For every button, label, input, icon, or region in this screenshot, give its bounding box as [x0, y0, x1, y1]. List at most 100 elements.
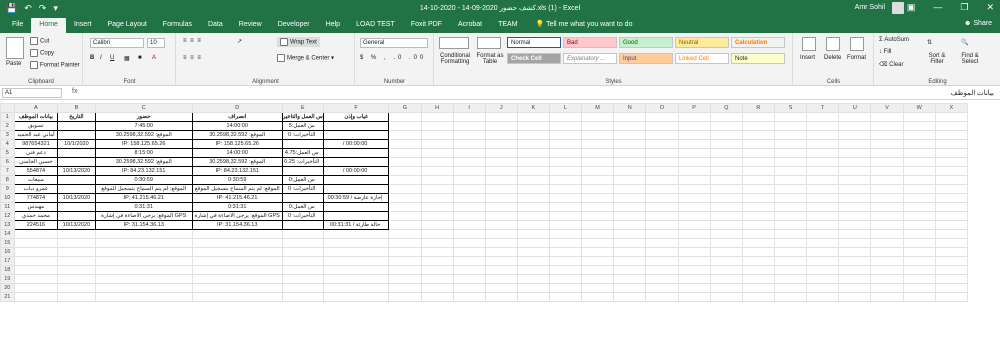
cell[interactable] — [420, 229, 454, 239]
cell[interactable] — [677, 148, 711, 158]
font-color-icon[interactable]: A — [152, 55, 156, 61]
cell[interactable] — [838, 292, 872, 302]
cell[interactable] — [452, 247, 486, 257]
cell[interactable] — [677, 202, 711, 212]
cell[interactable] — [806, 283, 840, 293]
cell[interactable] — [613, 166, 647, 176]
cell[interactable]: عمرو دياب — [13, 184, 59, 194]
cell[interactable] — [94, 283, 193, 293]
cell[interactable] — [773, 130, 808, 140]
cell[interactable] — [13, 292, 59, 302]
cell[interactable] — [902, 148, 936, 158]
cell[interactable] — [388, 202, 422, 212]
number-format-select[interactable]: General — [360, 38, 428, 48]
cell[interactable] — [548, 130, 583, 140]
cell[interactable] — [934, 220, 968, 230]
cell[interactable] — [580, 265, 615, 275]
cell[interactable] — [94, 256, 193, 266]
cell[interactable] — [934, 211, 968, 221]
find-select-icon[interactable]: 🔍 — [961, 39, 968, 46]
column-header[interactable]: H — [420, 103, 454, 113]
cell[interactable] — [934, 283, 968, 293]
cell[interactable] — [388, 121, 422, 131]
cell[interactable] — [580, 292, 615, 302]
cell[interactable] — [580, 211, 615, 221]
cell[interactable] — [548, 157, 583, 167]
cell[interactable]: أماني عبد الحميد — [13, 130, 59, 140]
cell[interactable] — [677, 220, 711, 230]
cell[interactable] — [452, 238, 486, 248]
style-note[interactable]: Note — [731, 53, 785, 64]
cell[interactable] — [613, 265, 647, 275]
cell[interactable] — [934, 256, 968, 266]
cell[interactable] — [934, 121, 968, 131]
format-as-table-button[interactable]: Format as Table — [475, 53, 505, 65]
cell[interactable] — [709, 265, 743, 275]
cell[interactable] — [741, 130, 776, 140]
cell[interactable]: الموقع: 30.2598,32.592 — [94, 157, 193, 167]
cell[interactable] — [838, 229, 872, 239]
cell[interactable] — [388, 112, 422, 122]
cell[interactable] — [645, 175, 679, 185]
cell[interactable] — [57, 130, 96, 140]
cell[interactable] — [580, 274, 615, 284]
cell[interactable] — [806, 148, 840, 158]
font-name-select[interactable]: Calibri — [90, 38, 144, 48]
vertical-align-icons[interactable]: ≡ ≡ ≡ — [183, 38, 202, 44]
cell[interactable] — [388, 229, 422, 239]
row-header[interactable]: 19 — [0, 274, 15, 284]
cell[interactable] — [484, 247, 518, 257]
cell[interactable] — [322, 274, 390, 284]
tab-help[interactable]: Help — [318, 18, 348, 33]
number-format-icons[interactable]: $ % , .0 .00 — [360, 55, 426, 61]
italic-button[interactable]: I — [100, 55, 102, 61]
cell[interactable] — [322, 175, 390, 185]
cell[interactable] — [870, 283, 904, 293]
user-name[interactable]: Amr Sohil — [855, 4, 885, 11]
cell[interactable] — [484, 274, 518, 284]
cell[interactable] — [516, 202, 550, 212]
cell[interactable]: محمد حمدي — [13, 211, 59, 221]
horizontal-align-icons[interactable]: ≡ ≡ ≡ — [183, 55, 202, 61]
cell[interactable]: 0:31:31 — [191, 202, 283, 212]
cell[interactable] — [934, 247, 968, 257]
insert-cells-icon[interactable] — [802, 37, 816, 51]
cell[interactable] — [870, 229, 904, 239]
cell[interactable] — [613, 283, 647, 293]
cell[interactable] — [838, 238, 872, 248]
cell[interactable] — [13, 274, 59, 284]
cell[interactable] — [613, 193, 647, 203]
cell[interactable] — [709, 238, 743, 248]
cell[interactable] — [388, 148, 422, 158]
cell[interactable] — [902, 256, 936, 266]
style-linked-cell[interactable]: Linked Cell — [675, 53, 729, 64]
cell[interactable] — [13, 265, 59, 275]
cell[interactable] — [870, 247, 904, 257]
cell[interactable]: / 00:00:00 — [322, 166, 390, 176]
cell[interactable] — [322, 121, 390, 131]
cell[interactable]: س العمل:4.75 — [281, 148, 324, 158]
cell[interactable]: الموقع: 30.2598,32.592 — [191, 157, 283, 167]
cell[interactable] — [420, 184, 454, 194]
cell[interactable] — [388, 175, 422, 185]
row-header[interactable]: 2 — [0, 121, 15, 131]
cell[interactable]: IP: 84.23.132.151 — [94, 166, 193, 176]
cell[interactable] — [934, 292, 968, 302]
cell[interactable] — [388, 238, 422, 248]
cell[interactable] — [484, 139, 518, 149]
column-header[interactable]: W — [902, 103, 936, 113]
cell[interactable] — [420, 148, 454, 158]
cell[interactable] — [516, 256, 550, 266]
cell[interactable] — [322, 283, 390, 293]
cell[interactable] — [548, 193, 583, 203]
cell[interactable] — [388, 211, 422, 221]
cell[interactable] — [322, 256, 390, 266]
style-calculation[interactable]: Calculation — [731, 37, 785, 48]
cell[interactable]: غياب وإذن — [322, 112, 390, 122]
share-button[interactable]: ☻ Share — [964, 20, 992, 27]
cell[interactable] — [773, 211, 808, 221]
cell[interactable] — [934, 274, 968, 284]
cell[interactable] — [548, 238, 583, 248]
cell[interactable] — [452, 175, 486, 185]
cell[interactable] — [420, 220, 454, 230]
